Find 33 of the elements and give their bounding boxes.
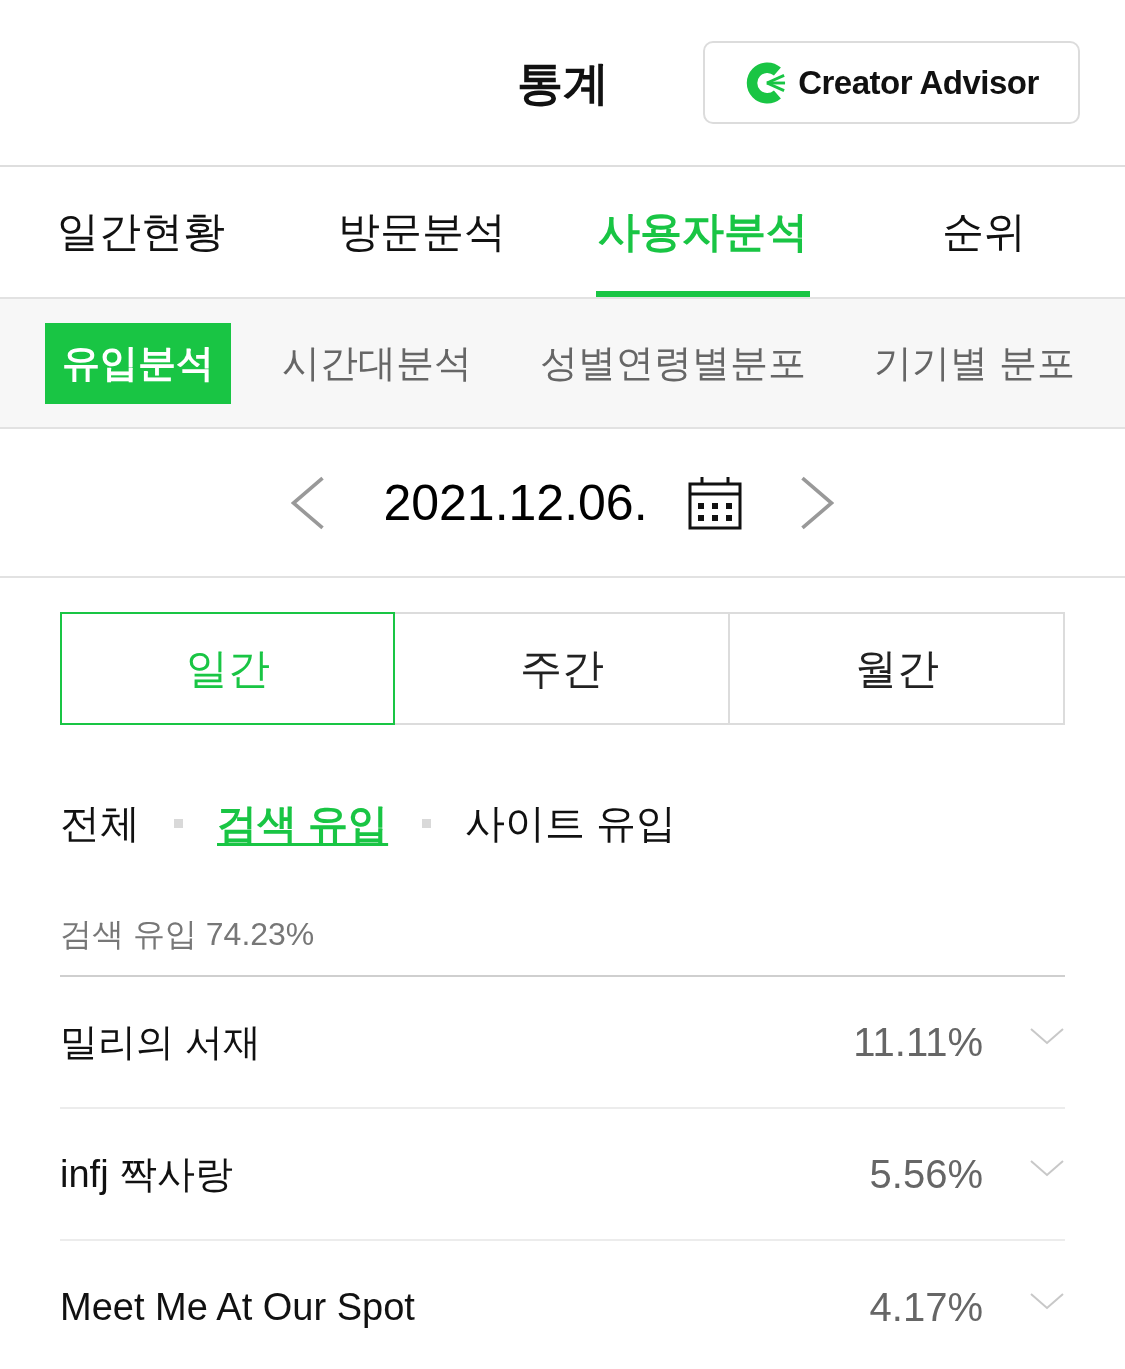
page-title: 통계	[516, 59, 609, 106]
keyword-label: Meet Me At Our Spot	[60, 1288, 415, 1326]
chevron-down-icon	[1029, 1159, 1065, 1177]
period-tab[interactable]: 주간	[393, 612, 730, 725]
share-value: 4.17%	[869, 1287, 983, 1327]
share-value: 11.11%	[853, 1022, 983, 1062]
nav-tab[interactable]: 방문분석	[335, 167, 508, 297]
logo-icon	[744, 61, 787, 104]
chevron-down-icon	[1029, 1027, 1065, 1045]
source-filter[interactable]: 전체	[60, 803, 140, 843]
creator-advisor-button[interactable]: Creator Advisor	[703, 41, 1080, 124]
chevron-down-icon	[1029, 1292, 1065, 1310]
expand-button[interactable]	[1029, 1159, 1065, 1177]
period-tab[interactable]: 월간	[728, 612, 1065, 725]
nav-tab[interactable]: 순위	[940, 167, 1029, 297]
expand-button[interactable]	[1029, 1027, 1065, 1045]
calendar-button[interactable]	[687, 475, 742, 530]
keyword-label: 밀리의 서재	[60, 1023, 261, 1061]
chevron-left-icon	[291, 475, 326, 530]
expand-button[interactable]	[1029, 1292, 1065, 1310]
source-filter[interactable]: 사이트 유입	[465, 803, 677, 843]
keyword-label: infj 짝사랑	[60, 1155, 234, 1193]
sub-tab[interactable]: 성별연령별분포	[523, 322, 823, 404]
summary-text: 검색 유입 74.23%	[60, 916, 315, 952]
calendar-icon	[687, 475, 742, 530]
share-value: 5.56%	[869, 1154, 983, 1194]
nav-tab[interactable]: 일간현황	[54, 167, 227, 297]
sub-tab[interactable]: 기기별 분포	[857, 322, 1092, 404]
chevron-right-icon	[799, 475, 834, 530]
sub-tab[interactable]: 시간대분석	[265, 322, 489, 404]
date-label: 2021.12.06.	[383, 477, 648, 528]
previous-date-button[interactable]	[291, 475, 326, 530]
next-date-button[interactable]	[799, 475, 834, 530]
